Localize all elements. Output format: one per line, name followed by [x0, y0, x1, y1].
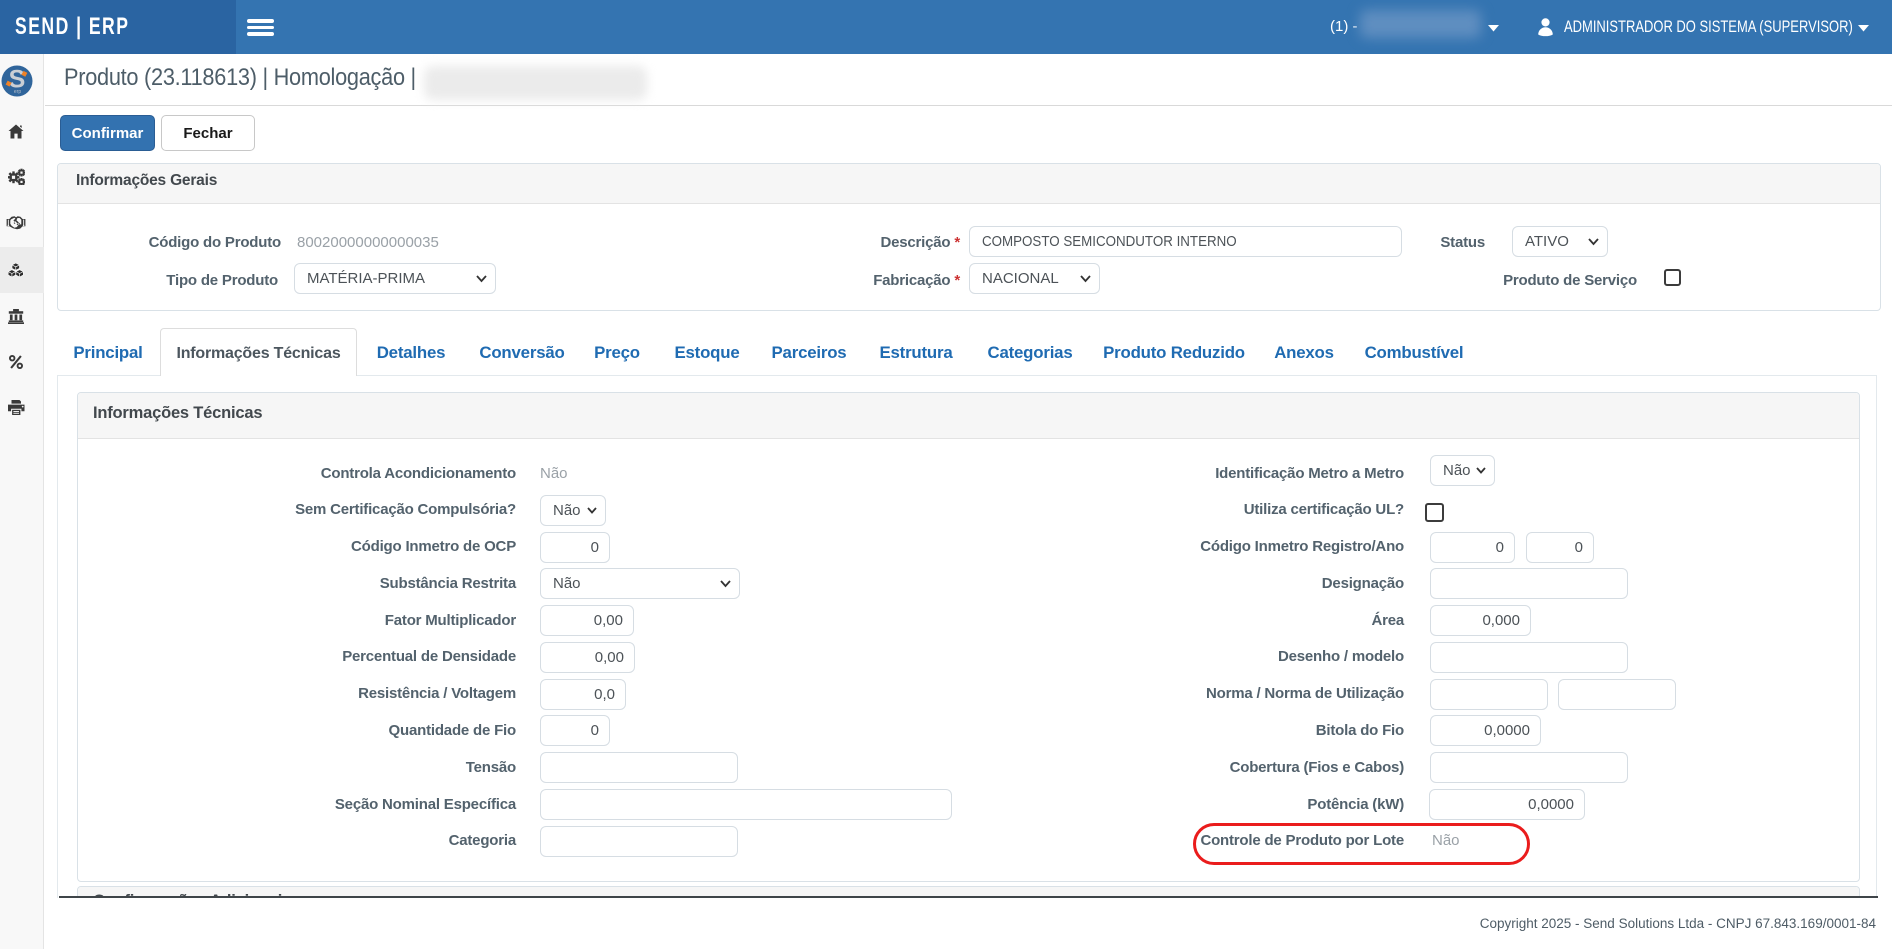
svg-text:erp: erp — [14, 89, 21, 95]
